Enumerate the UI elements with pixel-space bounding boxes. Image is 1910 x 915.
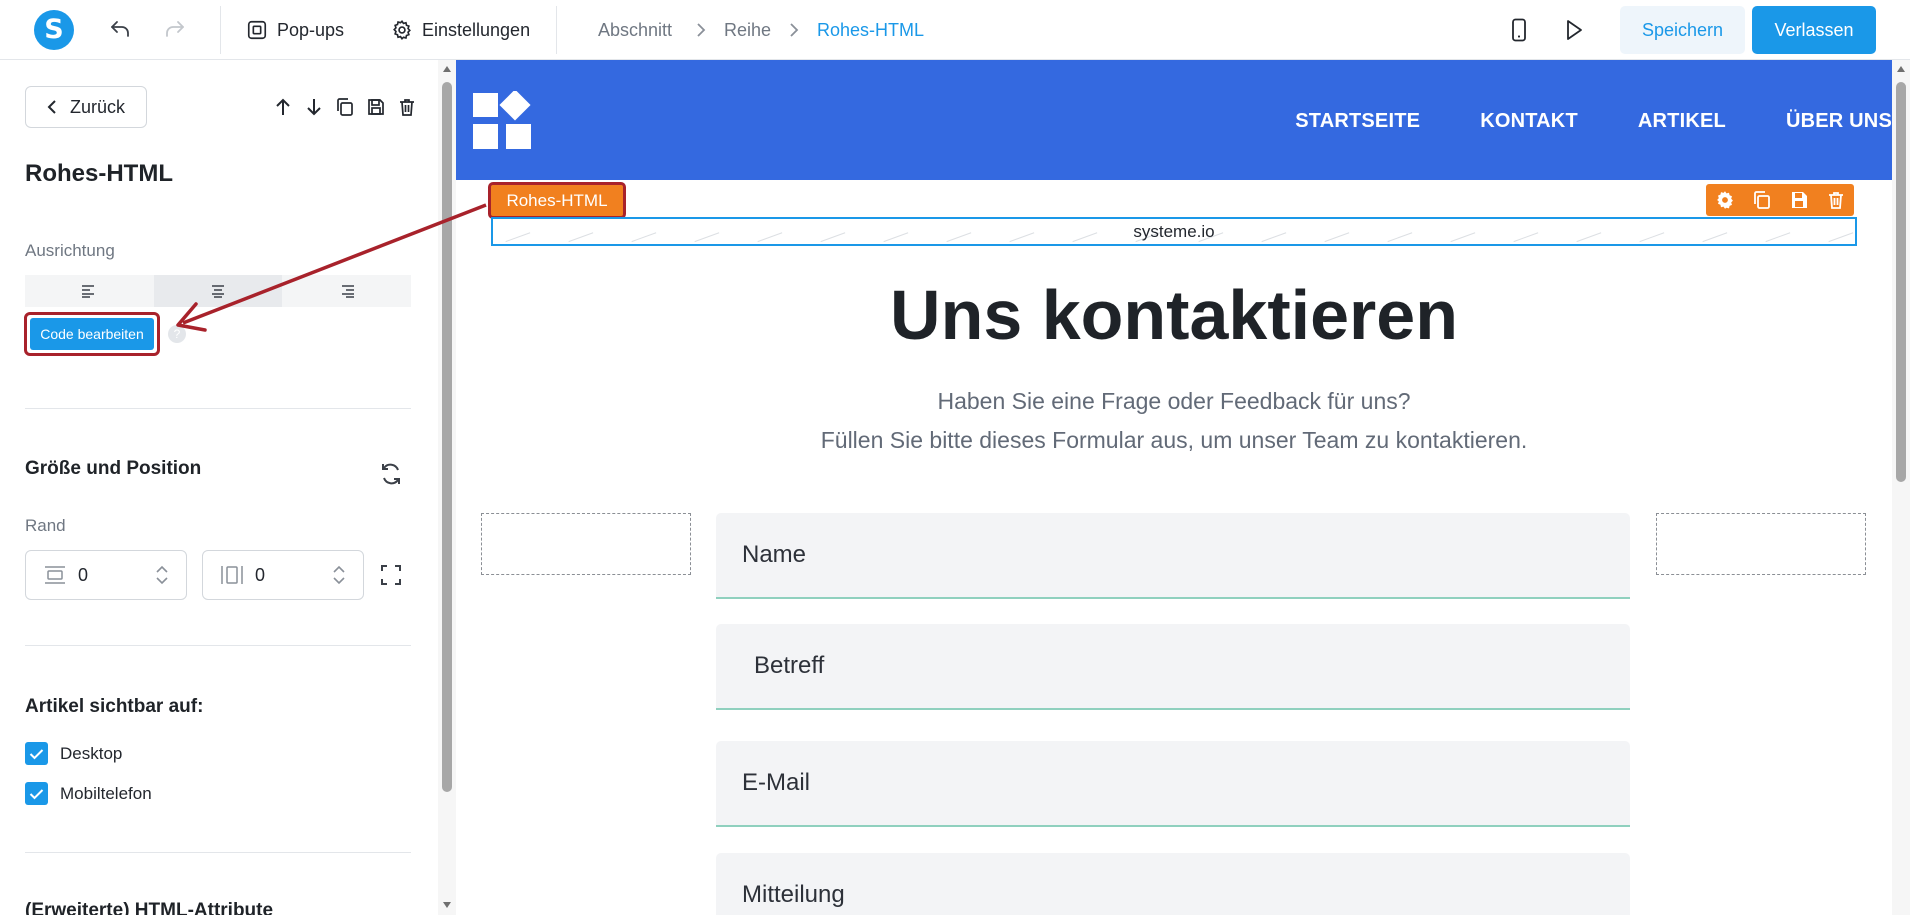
leave-button[interactable]: Verlassen (1752, 6, 1876, 54)
toolbar-divider (220, 6, 221, 54)
subject-field[interactable]: Betreff (716, 624, 1630, 710)
gear-icon[interactable] (1715, 190, 1735, 210)
align-left-icon (81, 284, 97, 298)
refresh-icon[interactable] (378, 461, 404, 487)
gear-icon (391, 19, 413, 41)
visible-desktop-option[interactable]: Desktop (25, 742, 122, 765)
chevron-right-icon (786, 22, 802, 38)
nav-about[interactable]: ÜBER UNS (1786, 110, 1892, 133)
align-left-button[interactable] (25, 275, 154, 307)
margin-horizontal-value: 0 (255, 564, 266, 585)
breadcrumb-row[interactable]: Reihe (724, 20, 771, 41)
visible-mobile-label: Mobiltelefon (60, 783, 152, 803)
panel-title: Rohes-HTML (25, 160, 173, 187)
element-actions (272, 96, 418, 118)
margin-vertical-value: 0 (78, 564, 89, 585)
settings-panel: Zurück Rohes-HTML Ausrichtung Code bearb… (0, 60, 440, 915)
app-logo[interactable]: S (34, 10, 74, 50)
scroll-down-icon[interactable] (443, 902, 451, 908)
panel-scroll-thumb[interactable] (442, 82, 452, 792)
margin-horizontal-icon (217, 564, 247, 586)
popups-icon (246, 19, 268, 41)
message-field[interactable]: Mitteilung (716, 853, 1630, 915)
trash-icon[interactable] (1826, 190, 1846, 210)
visible-mobile-option[interactable]: Mobiltelefon (25, 782, 152, 805)
align-center-button[interactable] (153, 275, 283, 307)
empty-column-right[interactable] (1656, 513, 1866, 575)
margin-label: Rand (25, 516, 66, 535)
page-canvas: STARTSEITE KONTAKT ARTIKEL ÜBER UNS Rohe… (456, 60, 1892, 915)
redo-icon[interactable] (160, 15, 190, 45)
code-button-highlight: Code bearbeiten (24, 312, 160, 356)
margin-horizontal-input[interactable]: 0 (202, 550, 364, 600)
top-toolbar: S Pop-ups Einstellungen Abschnitt Reihe … (0, 0, 1910, 60)
margin-vertical-input[interactable]: 0 (25, 550, 187, 600)
play-icon[interactable] (1559, 15, 1589, 45)
copy-icon[interactable] (334, 96, 356, 118)
email-field[interactable]: E-Mail (716, 741, 1630, 827)
edit-code-button[interactable]: Code bearbeiten (30, 318, 154, 350)
settings-label: Einstellungen (422, 19, 531, 40)
chevron-left-icon (46, 99, 58, 115)
stepper-icon[interactable] (331, 563, 347, 587)
checkbox-checked-icon[interactable] (25, 742, 48, 765)
align-center-icon (210, 284, 226, 298)
divider (25, 408, 411, 409)
site-nav: STARTSEITE KONTAKT ARTIKEL ÜBER UNS (1295, 110, 1892, 133)
breadcrumb-section[interactable]: Abschnitt (598, 20, 672, 41)
site-header[interactable]: STARTSEITE KONTAKT ARTIKEL ÜBER UNS (456, 60, 1892, 180)
nav-contact[interactable]: KONTAKT (1480, 110, 1578, 133)
toolbar-divider (556, 6, 557, 54)
expand-icon[interactable] (380, 564, 402, 586)
alignment-label: Ausrichtung (25, 241, 115, 260)
chevron-right-icon (693, 22, 709, 38)
save-icon[interactable] (1789, 190, 1809, 210)
empty-column-left[interactable] (481, 513, 691, 575)
scroll-up-icon[interactable] (1897, 66, 1905, 72)
settings-button[interactable]: Einstellungen (391, 14, 530, 46)
page-subheading-line1[interactable]: Haben Sie eine Frage oder Feedback für u… (456, 388, 1892, 415)
alignment-control (25, 275, 411, 307)
align-right-button[interactable] (282, 275, 411, 307)
trash-icon[interactable] (396, 96, 418, 118)
raw-html-content: systeme.io (1133, 222, 1215, 241)
element-tag-raw-html[interactable]: Rohes-HTML (488, 182, 626, 219)
popups-label: Pop-ups (277, 19, 345, 40)
popups-button[interactable]: Pop-ups (246, 14, 344, 46)
canvas-scrollbar[interactable] (1892, 60, 1910, 915)
raw-html-element[interactable]: systeme.io (491, 217, 1857, 246)
divider (25, 645, 411, 646)
undo-icon[interactable] (105, 15, 135, 45)
back-button[interactable]: Zurück (25, 86, 147, 128)
back-label: Zurück (70, 96, 126, 117)
stepper-icon[interactable] (154, 563, 170, 587)
page-heading[interactable]: Uns kontaktieren (456, 275, 1892, 355)
nav-home[interactable]: STARTSEITE (1295, 110, 1420, 133)
advanced-attributes-title: (Erweiterte) HTML-Attribute (25, 900, 274, 915)
margin-vertical-icon (40, 565, 70, 585)
canvas-scroll-thumb[interactable] (1896, 82, 1906, 482)
name-field[interactable]: Name (716, 513, 1630, 599)
visible-desktop-label: Desktop (60, 743, 123, 763)
site-logo (473, 91, 531, 149)
align-right-icon (339, 284, 355, 298)
save-button[interactable]: Speichern (1620, 6, 1745, 54)
checkbox-checked-icon[interactable] (25, 782, 48, 805)
divider (25, 852, 411, 853)
save-icon[interactable] (365, 96, 387, 118)
nav-articles[interactable]: ARTIKEL (1638, 110, 1726, 133)
breadcrumb-current[interactable]: Rohes-HTML (817, 20, 924, 41)
element-toolbar (1706, 184, 1854, 216)
help-icon[interactable]: ? (168, 325, 186, 343)
scroll-up-icon[interactable] (443, 66, 451, 72)
arrow-down-icon[interactable] (303, 96, 325, 118)
panel-scrollbar[interactable] (438, 60, 456, 915)
mobile-icon[interactable] (1504, 15, 1534, 45)
page-subheading-line2[interactable]: Füllen Sie bitte dieses Formular aus, um… (456, 427, 1892, 454)
size-position-title: Größe und Position (25, 458, 202, 479)
arrow-up-icon[interactable] (272, 96, 294, 118)
copy-icon[interactable] (1752, 190, 1772, 210)
visibility-title: Artikel sichtbar auf: (25, 696, 204, 717)
